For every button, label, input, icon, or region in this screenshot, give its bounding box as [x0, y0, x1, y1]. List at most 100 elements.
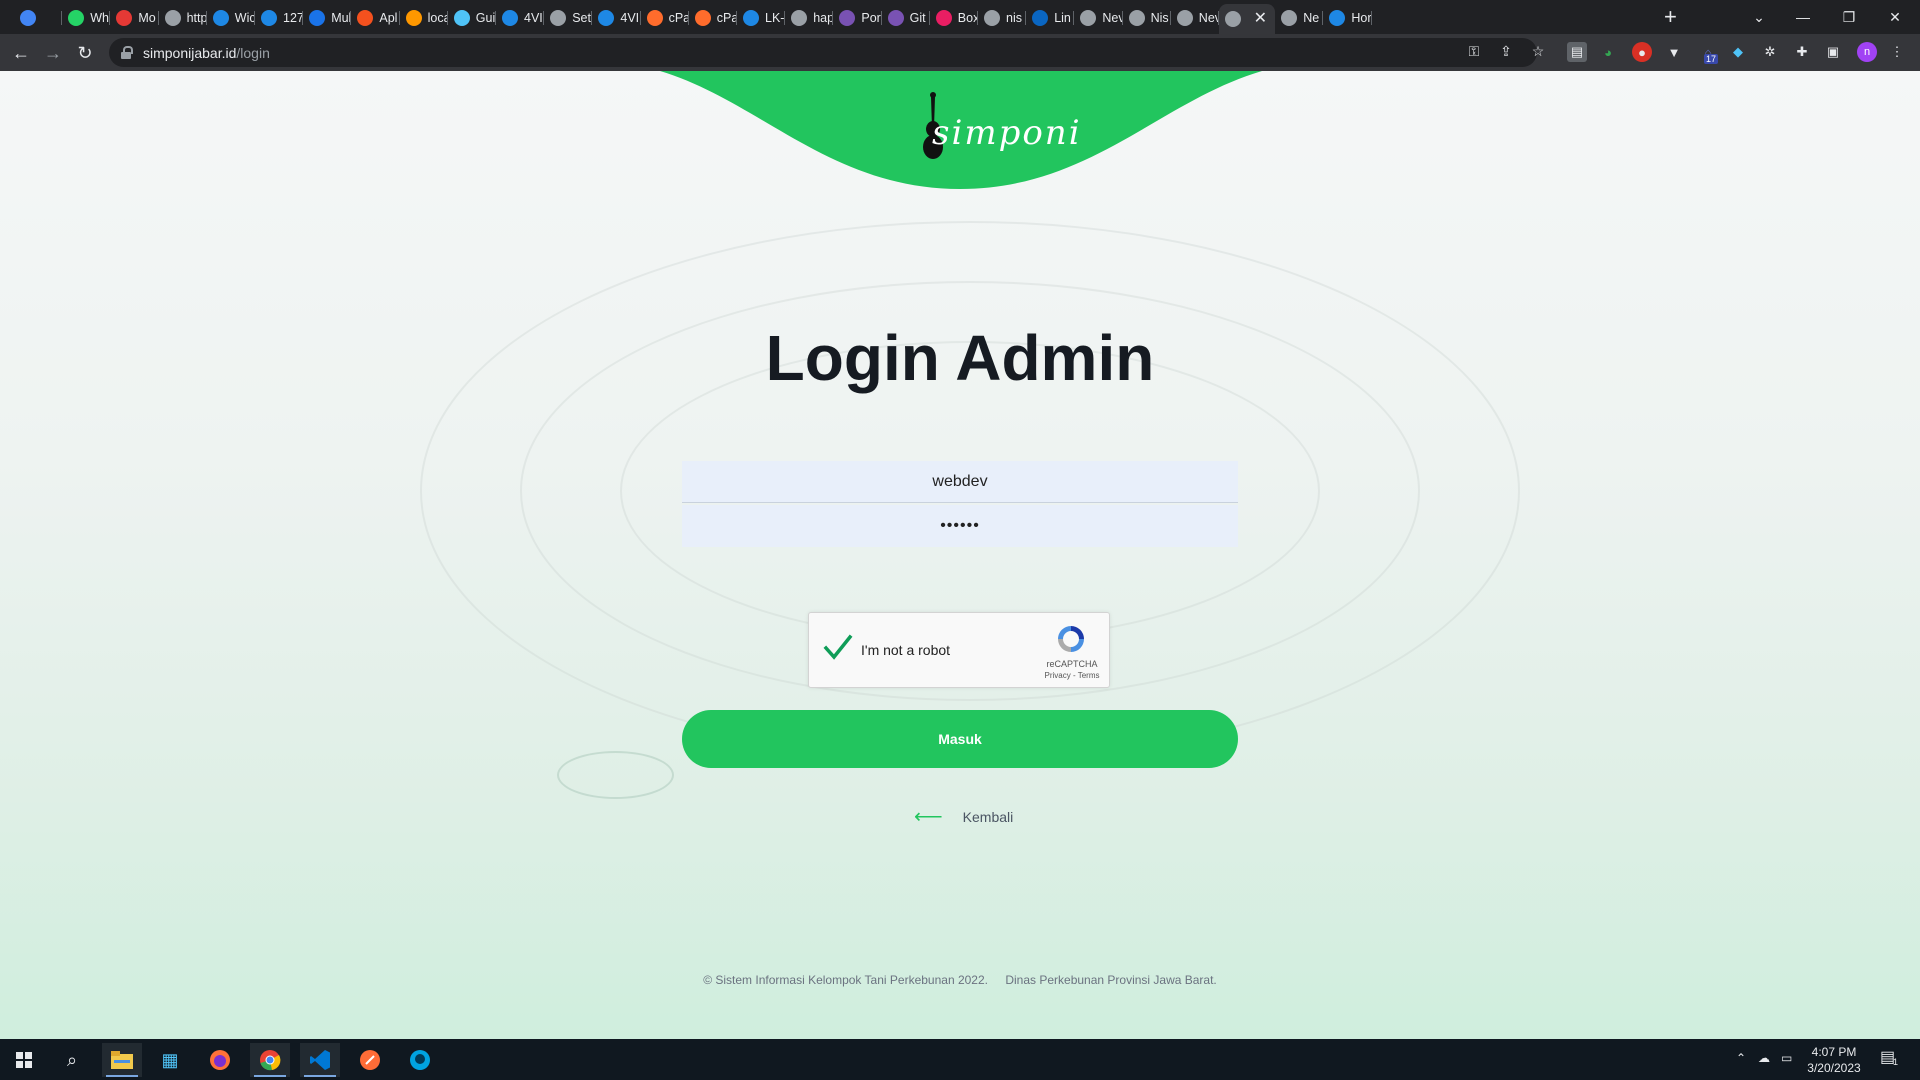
windows-start-icon[interactable] — [4, 1043, 44, 1077]
browser-tab[interactable] — [14, 4, 63, 32]
browser-tab[interactable]: Nev — [1074, 4, 1123, 32]
tab-label: loca — [427, 11, 448, 25]
network-app-icon[interactable]: ▦ — [150, 1043, 190, 1077]
tab-favicon-icon — [646, 10, 663, 26]
extension-badge-count: 17 — [1704, 54, 1719, 64]
puzzle-icon[interactable]: ✚ — [1792, 42, 1812, 62]
bookmark-star-icon[interactable]: ☆ — [1529, 42, 1547, 60]
extension-record-icon[interactable]: ● — [1632, 42, 1652, 62]
back-link[interactable]: ⟵ Kembali — [914, 806, 1014, 828]
browser-tab[interactable]: LK- — [737, 4, 786, 32]
back-link-label[interactable]: Kembali — [963, 809, 1014, 825]
captcha-brand: reCAPTCHA — [1046, 659, 1098, 669]
tab-favicon-icon — [261, 10, 277, 26]
file-explorer-icon[interactable] — [102, 1043, 142, 1077]
tab-search-icon[interactable]: ⌄ — [1736, 0, 1782, 34]
key-icon[interactable]: ⚿ — [1465, 42, 1483, 60]
login-submit-button[interactable]: Masuk — [682, 710, 1238, 768]
new-tab-button[interactable]: + — [1664, 6, 1677, 28]
postman-icon[interactable] — [350, 1043, 390, 1077]
captcha-checkmark-icon[interactable] — [823, 633, 853, 663]
browser-tab[interactable]: Wic — [207, 4, 255, 32]
tab-label: Hor — [1351, 11, 1372, 25]
browser-tab[interactable]: 127 — [255, 4, 304, 32]
tab-favicon-icon — [1225, 11, 1241, 27]
tab-close-icon[interactable]: ✕ — [1254, 11, 1267, 27]
browser-tab[interactable]: Git — [882, 4, 930, 32]
tab-label: http — [186, 11, 207, 25]
browser-tab[interactable]: Set — [544, 4, 593, 32]
browser-tab[interactable]: Box — [930, 4, 978, 32]
tray-overflow-icon[interactable]: ⌃ — [1736, 1051, 1746, 1065]
page-title: Login Admin — [765, 322, 1155, 394]
browser-tab[interactable]: http — [159, 4, 207, 32]
minimize-button[interactable]: — — [1780, 0, 1826, 34]
browser-tab[interactable]: cPa — [641, 4, 689, 32]
address-bar[interactable]: simponijabar.id/login — [109, 38, 1537, 67]
browser-tab[interactable]: Nev — [1171, 4, 1219, 32]
firefox-icon[interactable] — [200, 1043, 240, 1077]
url-host: simponijabar.id — [143, 44, 237, 61]
browser-tab[interactable]: 4VI — [496, 4, 545, 32]
tab-favicon-icon — [743, 10, 759, 26]
extension-color-icon[interactable]: ◕ — [1598, 42, 1618, 62]
reload-icon[interactable]: ↻ — [72, 40, 98, 66]
browser-tab[interactable]: Gui — [448, 4, 496, 32]
tab-label: LK- — [765, 11, 785, 25]
network-icon[interactable]: ▭ — [1781, 1051, 1792, 1065]
side-panel-icon[interactable]: ▣ — [1823, 42, 1843, 62]
browser-tab[interactable]: Por — [833, 4, 882, 32]
chrome-icon[interactable] — [250, 1043, 290, 1077]
profile-avatar[interactable]: n — [1857, 42, 1877, 62]
share-icon[interactable]: ⇪ — [1497, 42, 1515, 60]
lock-icon[interactable] — [121, 45, 133, 60]
tab-label: Lin — [1054, 11, 1071, 25]
browser-tab[interactable]: 4VI — [592, 4, 641, 32]
tab-label: cPa — [716, 11, 737, 25]
back-icon[interactable]: ← — [8, 40, 34, 66]
username-field[interactable] — [682, 461, 1238, 503]
tab-favicon-icon — [357, 10, 374, 26]
browser-tab[interactable]: hap — [785, 4, 834, 32]
footer-copyright: © Sistem Informasi Kelompok Tani Perkebu… — [703, 973, 988, 987]
tab-favicon-icon — [984, 10, 1000, 26]
browser-tab[interactable]: Wh — [62, 4, 111, 32]
tab-label: nis — [1006, 11, 1022, 25]
app-icon[interactable] — [400, 1043, 440, 1077]
browser-toolbar: ← → ↻ simponijabar.id/login ⚿ ⇪ ☆ ▤ ◕ ● … — [0, 34, 1920, 71]
extension-v-icon[interactable]: ▼ — [1664, 42, 1684, 62]
captcha-privacy-terms[interactable]: Privacy - Terms — [1039, 671, 1105, 680]
browser-tab[interactable]: Lin — [1026, 4, 1075, 32]
browser-tab[interactable]: Nis — [1123, 4, 1171, 32]
extension-settings-icon[interactable]: ✲ — [1760, 42, 1780, 62]
arrow-left-icon: ⟵ — [914, 806, 943, 828]
tab-label: Apl — [379, 11, 398, 25]
search-icon[interactable]: ⌕ — [52, 1043, 92, 1077]
menu-kebab-icon[interactable]: ⋮ — [1887, 42, 1907, 62]
close-window-button[interactable]: ✕ — [1872, 0, 1918, 34]
browser-tab[interactable]: Ne — [1275, 4, 1324, 32]
browser-tab[interactable]: Hor — [1323, 4, 1372, 32]
tab-label: Nis — [1150, 11, 1169, 25]
tab-label: Wh — [90, 11, 109, 25]
system-clock[interactable]: 4:07 PM 3/20/2023 — [1806, 1044, 1862, 1076]
browser-tab[interactable]: nis — [978, 4, 1027, 32]
browser-tab[interactable]: loca — [400, 4, 448, 32]
tab-favicon-icon — [887, 10, 904, 26]
onedrive-icon[interactable]: ☁ — [1758, 1051, 1770, 1065]
forward-icon[interactable]: → — [40, 40, 66, 66]
browser-tab[interactable]: Mo — [110, 4, 159, 32]
browser-tab[interactable]: cPa — [689, 4, 737, 32]
browser-tab[interactable]: Mul — [303, 4, 352, 32]
recaptcha-widget[interactable]: I'm not a robot reCAPTCHA Privacy - Term… — [808, 612, 1110, 688]
restore-button[interactable]: ❐ — [1826, 0, 1872, 34]
password-field[interactable] — [682, 505, 1238, 547]
browser-tab[interactable]: Apl — [351, 4, 400, 32]
footer: © Sistem Informasi Kelompok Tani Perkebu… — [0, 973, 1920, 987]
tab-favicon-icon — [502, 10, 518, 26]
vscode-icon[interactable] — [300, 1043, 340, 1077]
tab-favicon-icon — [791, 10, 808, 26]
extension-icon[interactable]: ▤ — [1567, 42, 1587, 62]
browser-tab[interactable]: ✕ — [1219, 4, 1275, 34]
extension-diamond-icon[interactable]: ◆ — [1728, 42, 1748, 62]
